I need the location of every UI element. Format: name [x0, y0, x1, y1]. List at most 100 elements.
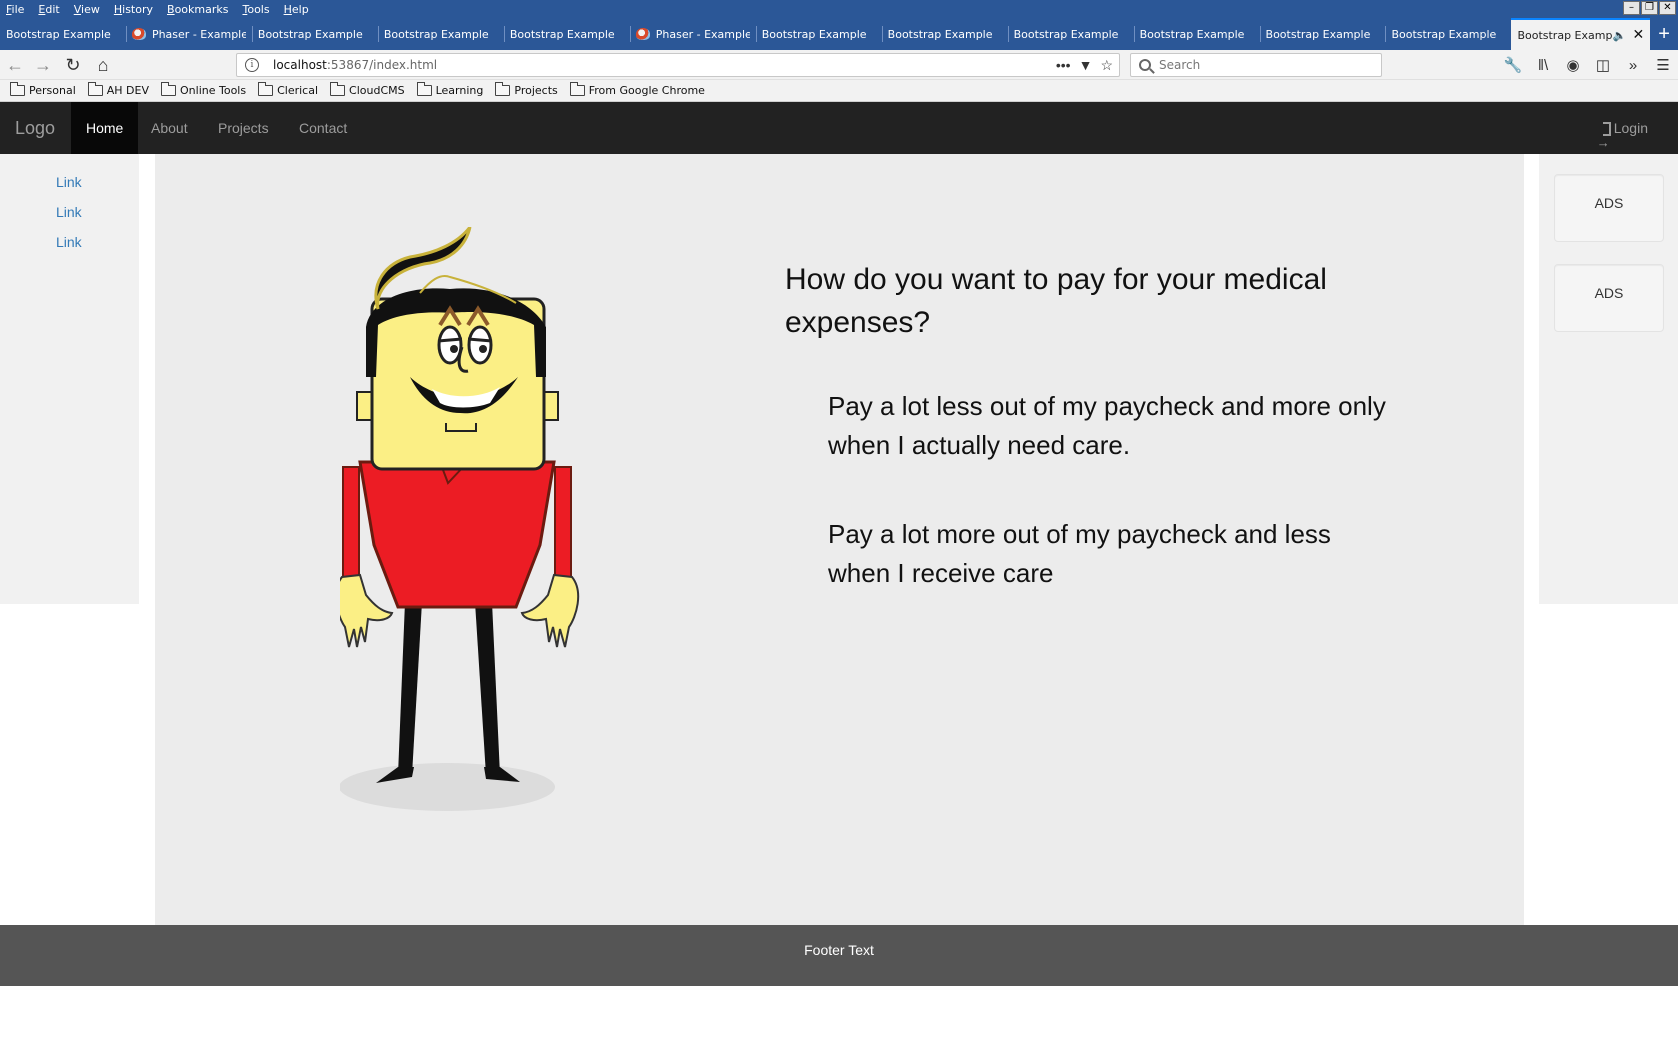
cartoon-man-illustration	[340, 227, 580, 811]
browser-tab[interactable]: Bootstrap Example	[377, 18, 504, 50]
wrench-icon[interactable]: 🔧	[1504, 54, 1523, 76]
site-navbar: Logo Home About Projects Contact Login	[0, 102, 1678, 169]
phaser-icon	[635, 28, 650, 40]
browser-tab[interactable]: Bootstrap Example	[1007, 18, 1134, 50]
bookmark-label: Learning	[435, 84, 484, 97]
nav-home[interactable]: Home	[71, 102, 139, 154]
tab-label: Bootstrap Example	[257, 27, 363, 41]
globe-icon[interactable]: ◉	[1564, 54, 1582, 76]
folder-icon	[330, 82, 346, 96]
login-link[interactable]: Login	[1597, 102, 1648, 169]
folder-icon	[495, 82, 511, 96]
folder-icon	[416, 82, 432, 96]
new-tab-icon[interactable]: +	[1650, 18, 1678, 50]
browser-tab[interactable]: Bootstrap Example	[1259, 18, 1386, 50]
info-icon[interactable]: i	[245, 58, 259, 72]
browser-tab[interactable]: Bootstrap Example	[251, 18, 378, 50]
browser-tab[interactable]: Bootstrap Example	[1133, 18, 1260, 50]
bookmark-folder[interactable]: Online Tools	[161, 82, 246, 97]
tab-label: Bootstrap Example	[1139, 27, 1245, 41]
hamburger-menu-icon[interactable]: ☰	[1654, 54, 1672, 76]
sidebar-icon[interactable]: ◫	[1594, 54, 1612, 76]
menu-view[interactable]: View	[68, 3, 108, 16]
bookmark-label: Clerical	[277, 84, 319, 97]
overflow-chevron-icon[interactable]: »	[1624, 54, 1642, 76]
bookmarks-toolbar: Personal AH DEV Online Tools Clerical Cl…	[0, 80, 1678, 102]
bookmark-label: Personal	[29, 84, 76, 97]
browser-tab[interactable]: Bootstrap Example	[755, 18, 882, 50]
tab-label: Bootstrap Example	[6, 27, 111, 41]
ad-box[interactable]: ADS	[1554, 174, 1664, 242]
bookmark-folder[interactable]: From Google Chrome	[569, 82, 705, 97]
browser-tab[interactable]: Phaser - Example	[629, 18, 756, 50]
folder-icon	[258, 82, 274, 96]
search-placeholder: Search	[1159, 58, 1201, 72]
close-icon[interactable]: ✕	[1659, 1, 1676, 15]
tab-label: Bootstrap Example	[383, 27, 489, 41]
search-icon	[1139, 59, 1151, 71]
bookmark-folder[interactable]: Personal	[10, 82, 76, 97]
sidebar-link[interactable]: Link	[56, 204, 82, 220]
restore-icon[interactable]: ❐	[1641, 1, 1658, 15]
browser-tab[interactable]: Bootstrap Example	[1385, 18, 1511, 50]
pocket-icon[interactable]: ▼	[1079, 57, 1093, 74]
log-in-icon	[1597, 117, 1611, 169]
tab-label: Bootstrap Example	[1391, 27, 1497, 41]
bookmark-folder[interactable]: Clerical	[258, 82, 319, 97]
menu-file[interactable]: File	[0, 3, 32, 16]
main-content: How do you want to pay for your medical …	[155, 154, 1524, 925]
search-bar[interactable]: Search	[1130, 53, 1382, 77]
speaker-icon[interactable]: 🔈	[1613, 29, 1627, 42]
tab-label: Bootstrap Example	[1013, 27, 1119, 41]
nav-contact[interactable]: Contact	[284, 102, 362, 154]
login-label: Login	[1613, 120, 1648, 136]
close-tab-icon[interactable]: ✕	[1633, 27, 1645, 43]
folder-icon	[87, 82, 103, 96]
browser-tab[interactable]: Phaser - Example	[125, 18, 252, 50]
bookmark-label: AH DEV	[106, 84, 150, 97]
question-heading: How do you want to pay for your medical …	[785, 263, 1327, 339]
browser-tab-active[interactable]: Bootstrap Example 🔈 ✕	[1511, 18, 1651, 50]
menu-tools[interactable]: Tools	[236, 3, 277, 16]
menu-edit[interactable]: Edit	[32, 3, 67, 16]
answer-option[interactable]: Pay a lot less out of my paycheck and mo…	[828, 387, 1398, 465]
sidebar-link[interactable]: Link	[56, 174, 82, 190]
sidebar-link[interactable]: Link	[56, 234, 82, 250]
menu-bookmarks[interactable]: Bookmarks	[161, 3, 236, 16]
url-bar[interactable]: i localhost:53867/index.html ••• ▼ ☆	[236, 53, 1120, 77]
library-icon[interactable]: ‖\	[1534, 54, 1552, 76]
bookmark-folder[interactable]: CloudCMS	[330, 82, 405, 97]
bookmark-label: CloudCMS	[349, 84, 405, 97]
browser-tab[interactable]: Bootstrap Example	[0, 18, 126, 50]
menu-history[interactable]: History	[108, 3, 161, 16]
back-icon[interactable]: ←	[4, 54, 26, 76]
bookmark-label: From Google Chrome	[588, 84, 705, 97]
nav-projects[interactable]: Projects	[203, 102, 284, 154]
tab-label: Bootstrap Example	[887, 27, 993, 41]
tab-label: Bootstrap Example	[761, 27, 867, 41]
answer-option[interactable]: Pay a lot more out of my paycheck and le…	[828, 515, 1398, 593]
home-icon[interactable]: ⌂	[92, 54, 114, 76]
toolbar-icons: 🔧 ‖\ ◉ ◫ » ☰	[1504, 54, 1672, 76]
ad-box[interactable]: ADS	[1554, 264, 1664, 332]
more-icon[interactable]: •••	[1056, 57, 1071, 74]
tab-label: Phaser - Example	[151, 27, 246, 41]
minimize-icon[interactable]: –	[1623, 1, 1640, 15]
bookmark-folder[interactable]: Projects	[495, 82, 558, 97]
browser-tab[interactable]: Bootstrap Example	[503, 18, 630, 50]
folder-icon	[161, 82, 177, 96]
reload-icon[interactable]: ↻	[62, 54, 84, 76]
forward-icon[interactable]: →	[32, 54, 54, 76]
bookmark-folder[interactable]: AH DEV	[87, 82, 150, 97]
brand-logo[interactable]: Logo	[15, 102, 55, 154]
tab-label: Bootstrap Example	[1265, 27, 1371, 41]
bookmark-star-icon[interactable]: ☆	[1100, 57, 1113, 74]
phaser-icon	[131, 28, 146, 40]
nav-about[interactable]: About	[136, 102, 203, 154]
menu-help[interactable]: Help	[278, 3, 317, 16]
browser-tab[interactable]: Bootstrap Example	[881, 18, 1008, 50]
url-path: :53867/index.html	[326, 58, 438, 72]
bookmark-folder[interactable]: Learning	[416, 82, 484, 97]
url-host: localhost	[273, 58, 327, 72]
tab-label: Bootstrap Example	[1517, 28, 1613, 42]
